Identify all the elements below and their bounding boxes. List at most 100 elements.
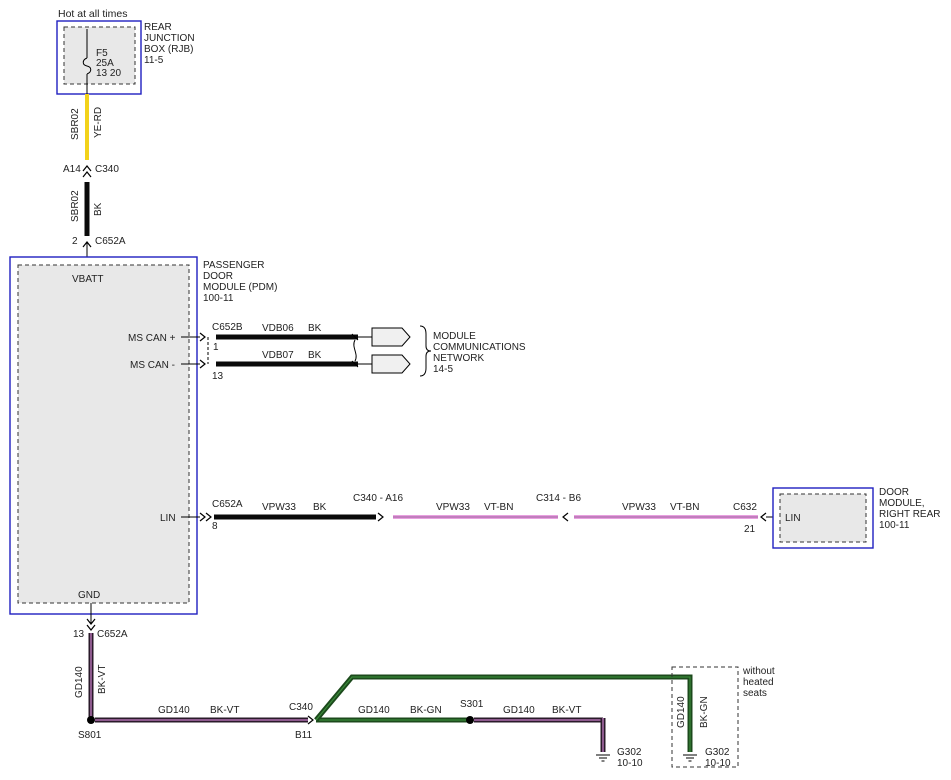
gnd-seg1-color: BK-VT (210, 705, 239, 716)
pdm-title-1: PASSENGER (203, 260, 265, 271)
gnd-seg2-color: BK-GN (410, 705, 442, 716)
g302-b-ref: 10-10 (705, 758, 731, 769)
can-network-ref: 14-5 (433, 364, 453, 375)
lin-c652a-name: C652A (212, 499, 243, 510)
gnd-seg2-circuit: GD140 (358, 705, 390, 716)
lin-seg2-circuit: VPW33 (436, 502, 470, 513)
rjb-title-2: JUNCTION (144, 33, 195, 44)
rear-junction-box: Hot at all times REAR JUNCTION BOX (RJB)… (56, 8, 195, 95)
lin-seg1-circuit: VPW33 (262, 502, 296, 513)
splice-s301-label: S301 (460, 699, 484, 710)
wire-sbr02-upper-circuit: SBR02 (70, 108, 81, 140)
gnd-seg1-circuit: GD140 (158, 705, 190, 716)
twisted-pair-icon (353, 339, 357, 362)
can-connector-name: C652B (212, 322, 243, 333)
wire-sbr02-yellow: SBR02 YE-RD (70, 94, 104, 160)
opt-color: BK-GN (699, 696, 710, 728)
gnd-pin: 13 (73, 629, 85, 640)
splice-s301-dot (466, 716, 474, 724)
passenger-door-module: PASSENGER DOOR MODULE (PDM) 100-11 VBATT… (9, 256, 277, 615)
pdm-ms-can-minus-label: MS CAN - (130, 360, 175, 371)
pdm-title-2: DOOR (203, 271, 233, 282)
opt-circuit: GD140 (676, 696, 687, 728)
can-pin-plus: 1 (213, 342, 219, 353)
connector-c340-top: A14 C340 (63, 164, 119, 178)
lin-c314-name: C314 - B6 (536, 493, 581, 504)
g302-a-ref: 10-10 (617, 758, 643, 769)
lin-wiring: C652A 8 VPW33 BK C340 - A16 VPW33 VT-BN … (181, 493, 781, 535)
gnd-seg3-color: BK-VT (552, 705, 581, 716)
connector-chevron-icon (307, 715, 314, 725)
rjb-header: Hot at all times (58, 8, 127, 20)
connector-chevron-icon (82, 165, 92, 172)
pdm-ms-can-plus-label: MS CAN + (128, 333, 176, 344)
lin-c632-name: C632 (733, 502, 757, 513)
can-network-line2: COMMUNICATIONS (433, 342, 526, 353)
c340-top-name: C340 (95, 164, 119, 175)
pdm-title-3: MODULE (PDM) (203, 282, 277, 293)
connector-chevron-icon (199, 512, 206, 522)
can-plus-color: BK (308, 323, 322, 334)
gnd-c340-name: C340 (289, 702, 313, 713)
c652a-top-pin: 2 (72, 236, 78, 247)
gnd-seg3-circuit: GD140 (503, 705, 535, 716)
lin-c340-name: C340 - A16 (353, 493, 403, 504)
gnd-vert-circuit: GD140 (74, 666, 85, 698)
rr-title-1: DOOR (879, 487, 909, 498)
wire-sbr02-lower-color: BK (93, 202, 104, 216)
wire-sbr02-upper-color: YE-RD (93, 107, 104, 138)
pdm-inner-box (17, 264, 190, 604)
can-minus-color: BK (308, 350, 322, 361)
gnd-connector: C652A (97, 629, 128, 640)
rjb-title-3: BOX (RJB) (144, 44, 193, 55)
can-network-line3: NETWORK (433, 353, 484, 364)
pdm-lin-label: LIN (160, 513, 176, 524)
ms-can-wiring: C652B 1 13 VDB06 BK VDB07 BK MODULE COMM… (181, 322, 526, 382)
gnd-vert-color: BK-VT (97, 665, 108, 694)
pdm-gnd-label: GND (78, 590, 100, 601)
connector-chevron-icon (562, 512, 569, 522)
lin-seg2-color: VT-BN (484, 502, 513, 513)
network-arrow-icon (371, 327, 411, 347)
lin-seg3-color: VT-BN (670, 502, 699, 513)
lin-c652a-pin: 8 (212, 521, 218, 532)
rr-title-2: MODULE, (879, 498, 925, 509)
lin-seg3-circuit: VPW33 (622, 502, 656, 513)
can-pin-minus: 13 (212, 371, 224, 382)
connector-chevron-icon (377, 512, 384, 522)
c340-top-pin: A14 (63, 164, 81, 175)
ground-symbol-icon (596, 754, 610, 762)
door-module-right-rear: LIN DOOR MODULE, RIGHT REAR 100-11 (772, 487, 941, 549)
rr-lin-label: LIN (785, 513, 801, 524)
splice-s801-dot (87, 716, 95, 724)
can-network-line1: MODULE (433, 331, 476, 342)
rr-ref: 100-11 (879, 520, 910, 531)
rr-title-3: RIGHT REAR (879, 509, 941, 520)
lin-c632-pin: 21 (744, 524, 756, 535)
wire-sbr02-lower-circuit: SBR02 (70, 190, 81, 222)
can-plus-circuit: VDB06 (262, 323, 294, 334)
connector-chevron-icon (199, 332, 206, 342)
can-minus-circuit: VDB07 (262, 350, 294, 361)
opt-label-2: heated (743, 677, 774, 688)
lin-seg1-color: BK (313, 502, 327, 513)
pdm-ref: 100-11 (203, 293, 234, 304)
network-arrow-icon (371, 354, 411, 374)
connector-chevron-icon (199, 359, 206, 369)
rjb-ref: 11-5 (144, 55, 164, 66)
opt-label-1: without (742, 666, 775, 677)
brace-icon (419, 325, 432, 377)
rjb-title-1: REAR (144, 22, 172, 33)
splice-s801-label: S801 (78, 730, 102, 741)
ground-symbol-icon (683, 754, 697, 762)
wiring-diagram: Hot at all times REAR JUNCTION BOX (RJB)… (9, 8, 941, 769)
pdm-vbatt-label: VBATT (72, 274, 103, 285)
c652a-top-name: C652A (95, 236, 126, 247)
g302-a-label: G302 (617, 747, 642, 758)
ground-wiring: 13 C652A GD140 BK-VT S801 GD140 BK-VT C3… (73, 603, 775, 769)
opt-label-3: seats (743, 688, 767, 699)
wire-sbr02-black: SBR02 BK (70, 182, 104, 236)
gnd-c340-pin: B11 (295, 730, 312, 741)
fuse-pins: 13 20 (96, 68, 121, 79)
g302-b-label: G302 (705, 747, 730, 758)
